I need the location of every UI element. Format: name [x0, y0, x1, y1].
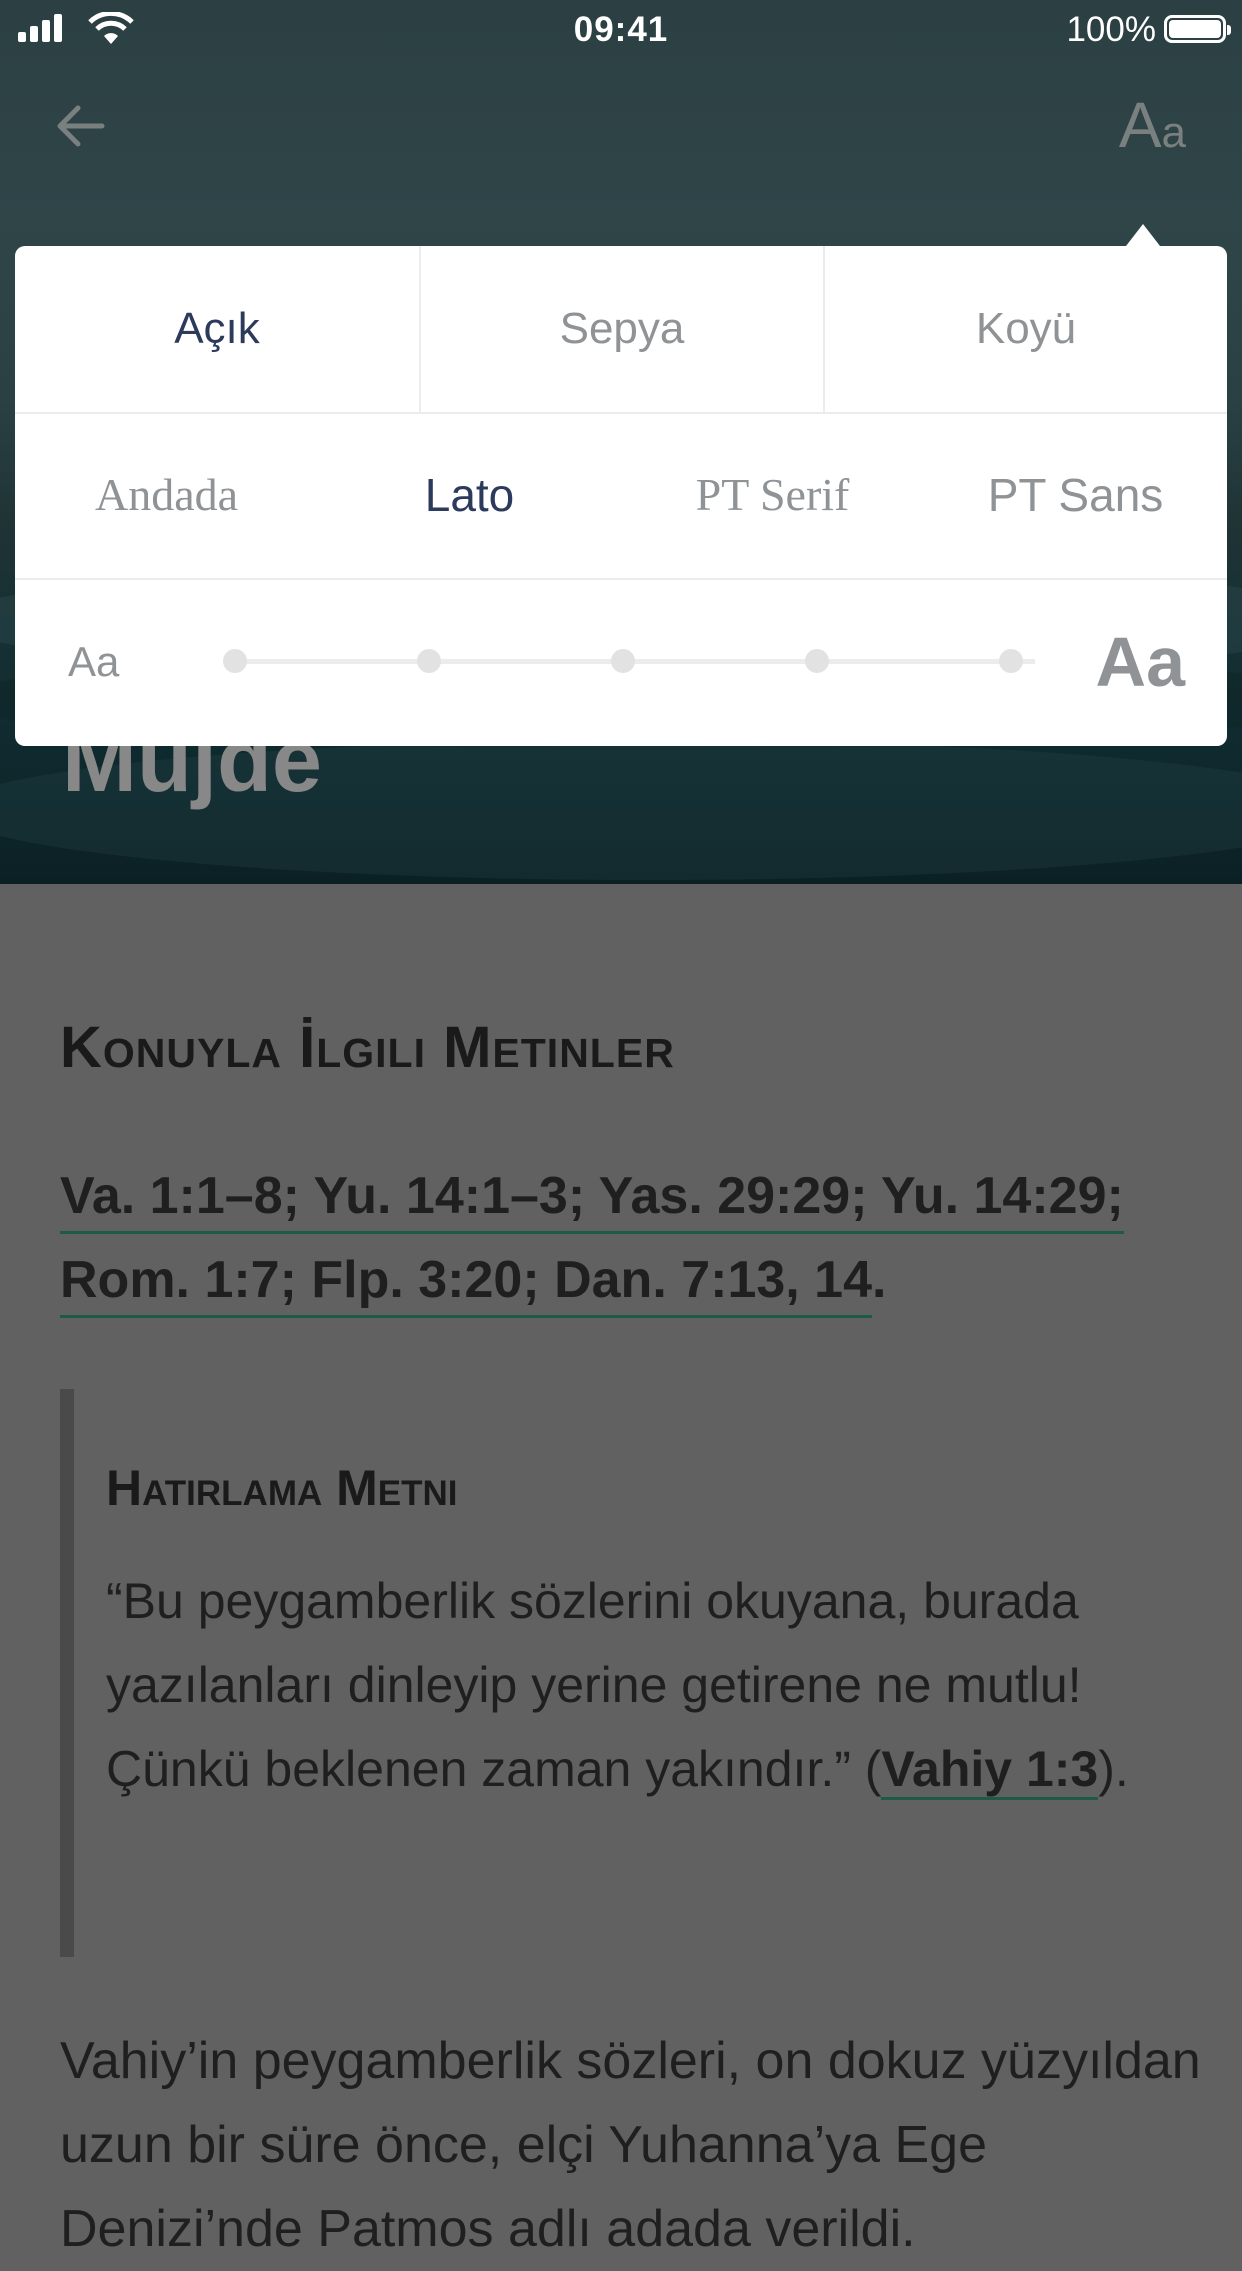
memory-text-block: Hatırlama Metni “Bu peygamberlik sözleri… [60, 1389, 1200, 1957]
aa-small-letter: a [1161, 108, 1186, 157]
size-large-label: Aa [1095, 623, 1185, 701]
slider-stop[interactable] [223, 649, 247, 673]
slider-stop[interactable] [805, 649, 829, 673]
scripture-link[interactable]: Vahiy 1:3 [881, 1741, 1099, 1800]
theme-option-sepia[interactable]: Sepya [419, 246, 823, 412]
font-size-slider[interactable] [235, 659, 1035, 664]
scripture-link[interactable]: Rom. 1:7; Flp. 3:20; Dan. 7:13, 14 [60, 1251, 873, 1318]
slider-stop[interactable] [611, 649, 635, 673]
font-option-lato[interactable]: Lato [318, 412, 621, 578]
memory-text-end: ). [1098, 1741, 1129, 1797]
status-bar: 09:41 100% [0, 0, 1242, 62]
slider-stop[interactable] [999, 649, 1023, 673]
battery-icon [1164, 15, 1231, 43]
font-option-pt-serif[interactable]: PT Serif [621, 412, 924, 578]
text-settings-button[interactable]: Aa [1119, 88, 1186, 162]
size-small-label: Aa [68, 638, 120, 685]
font-option-andada[interactable]: Andada [15, 412, 318, 578]
reading-settings-popover: Açık Sepya Koyü Andada Lato PT Serif PT … [15, 246, 1227, 746]
font-option-pt-sans[interactable]: PT Sans [924, 412, 1227, 578]
font-selector: Andada Lato PT Serif PT Sans [15, 412, 1227, 580]
theme-option-light[interactable]: Açık [15, 246, 419, 412]
status-time: 09:41 [573, 10, 669, 49]
memory-text-body: “Bu peygamberlik sözlerini okuyana, bura… [106, 1559, 1166, 1811]
theme-selector: Açık Sepya Koyü [15, 246, 1227, 414]
back-arrow-icon[interactable] [54, 100, 106, 152]
memory-text-title: Hatırlama Metni [106, 1460, 458, 1516]
font-size-control: Aa Aa [15, 579, 1227, 745]
popover-caret [1126, 224, 1160, 246]
related-texts: Va. 1:1–8; Yu. 14:1–3; Yas. 29:29; Yu. 1… [60, 1154, 1200, 1322]
scripture-link[interactable]: Va. 1:1–8; Yu. 14:1–3; Yas. 29:29; Yu. 1… [60, 1167, 1124, 1234]
aa-large-letter: A [1118, 89, 1162, 161]
body-paragraph: Vahiy’in peygamberlik sözleri, on dokuz … [60, 2032, 1201, 2258]
section-title: Konuyla İlgili Metinler [60, 1015, 675, 1080]
theme-option-dark[interactable]: Koyü [823, 246, 1227, 412]
slider-stop[interactable] [417, 649, 441, 673]
battery-percent: 100% [1066, 10, 1156, 49]
refs-period: . [872, 1251, 887, 1309]
